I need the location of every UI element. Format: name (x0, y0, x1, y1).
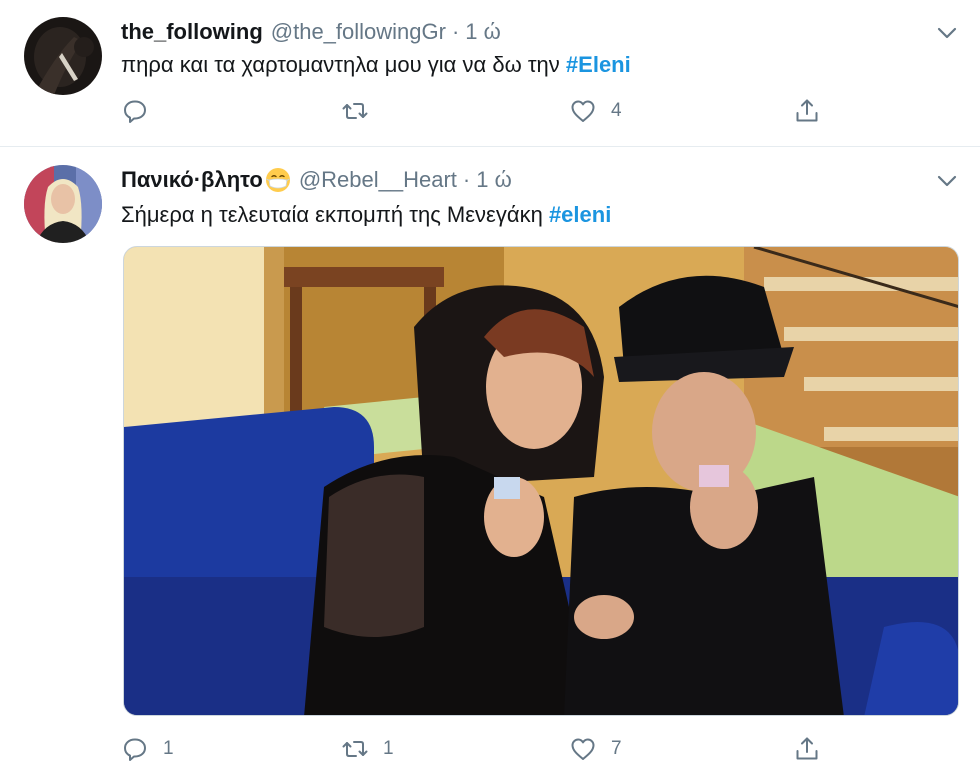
tweet-body: Σήμερα η τελευταία εκπομπή της Μενεγάκη (121, 202, 549, 227)
tweet-text: Σήμερα η τελευταία εκπομπή της Μενεγάκη … (121, 202, 611, 228)
heart-icon (571, 738, 595, 760)
timestamp[interactable]: 1 ώ (465, 19, 501, 45)
separator-dot: · (462, 167, 471, 192)
chevron-down-icon[interactable] (934, 20, 960, 46)
retweet-button[interactable] (341, 96, 383, 126)
reply-count: 1 (163, 738, 174, 759)
face-with-medical-mask-icon (265, 168, 290, 192)
tweet-media-image[interactable] (123, 246, 959, 716)
reply-icon (124, 738, 146, 761)
retweet-icon (342, 741, 368, 757)
like-button[interactable]: 4 (569, 96, 622, 126)
tweet-actions: 4 (121, 96, 841, 126)
tweet-header: the_following @the_followingGr · 1 ώ (121, 16, 501, 48)
tweet[interactable]: the_following @the_followingGr · 1 ώ πηρ… (0, 0, 980, 146)
share-button[interactable] (793, 96, 821, 126)
retweet-count: 1 (383, 738, 394, 759)
separator-dot: · (451, 19, 460, 44)
display-name[interactable]: the_following (121, 19, 263, 45)
display-name[interactable]: Πανικό·βλητο (121, 167, 263, 193)
hashtag-link[interactable]: #Eleni (566, 52, 631, 77)
avatar[interactable] (24, 17, 102, 95)
tweet-text: πηρα και τα χαρτομαντηλα μου για να δω τ… (121, 52, 631, 78)
reply-button[interactable]: 1 (121, 734, 174, 764)
tweet-actions: 1 1 7 (121, 734, 841, 764)
timestamp[interactable]: 1 ώ (476, 167, 512, 193)
hashtag-link[interactable]: #eleni (549, 202, 611, 227)
avatar[interactable] (24, 165, 102, 243)
reply-icon (124, 100, 146, 123)
like-count: 7 (611, 738, 622, 759)
tweet-body: πηρα και τα χαρτομαντηλα μου για να δω τ… (121, 52, 566, 77)
tweet[interactable]: Πανικό·βλητο @Rebel__Heart · 1 ώ Σήμερα … (0, 146, 980, 775)
retweet-button[interactable]: 1 (341, 734, 394, 764)
profile-photo-icon (24, 17, 102, 95)
share-icon (796, 99, 818, 122)
tv-still-image-icon (124, 247, 958, 715)
reply-button[interactable] (121, 96, 163, 126)
profile-photo-icon (24, 165, 102, 243)
like-count: 4 (611, 100, 622, 121)
user-handle[interactable]: @Rebel__Heart (299, 167, 457, 193)
like-button[interactable]: 7 (569, 734, 622, 764)
retweet-icon (342, 103, 368, 119)
share-button[interactable] (793, 734, 821, 764)
share-icon (796, 737, 818, 760)
user-handle[interactable]: @the_followingGr (271, 19, 446, 45)
tweet-header: Πανικό·βλητο @Rebel__Heart · 1 ώ (121, 164, 512, 196)
chevron-down-icon[interactable] (934, 168, 960, 194)
heart-icon (571, 100, 595, 122)
